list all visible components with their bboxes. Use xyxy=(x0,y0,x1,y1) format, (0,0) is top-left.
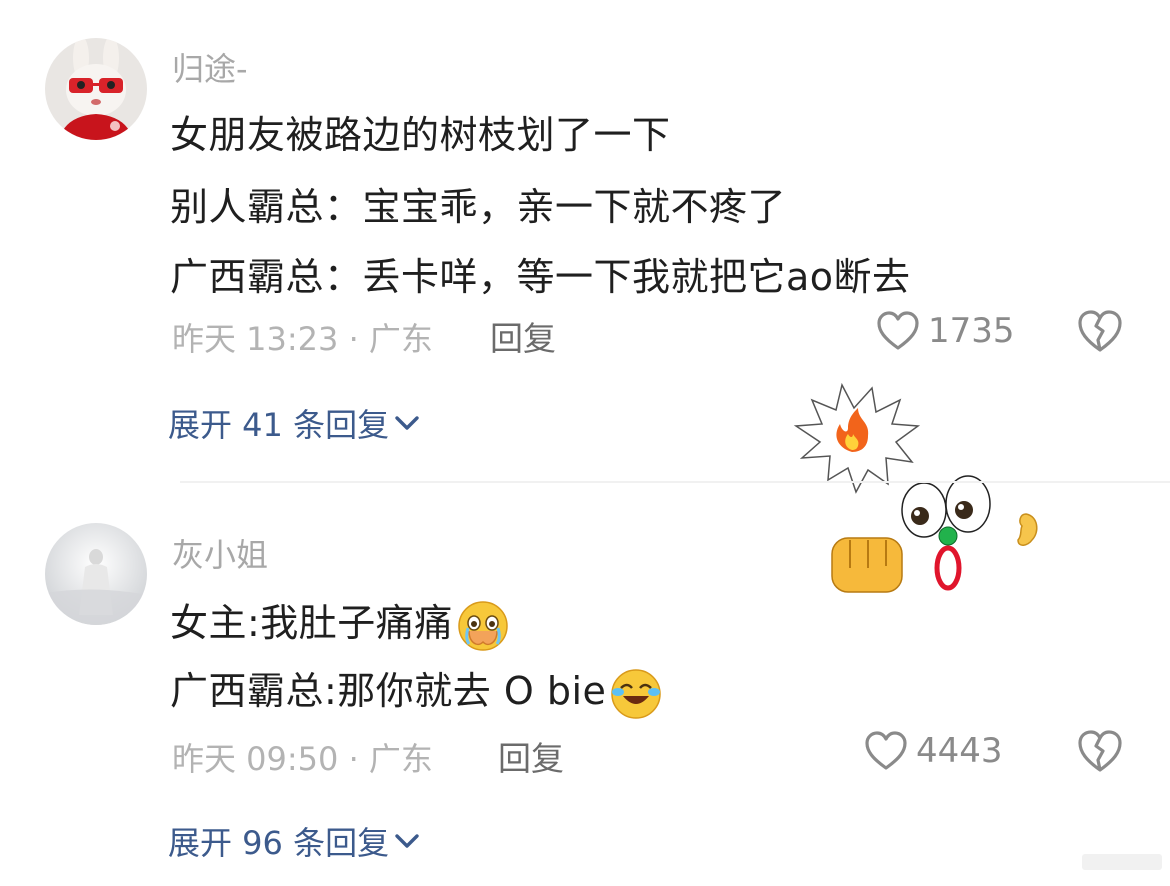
chevron-down-icon xyxy=(395,834,419,848)
like-count: 4443 xyxy=(916,731,1003,771)
like-button[interactable]: 4443 xyxy=(864,730,1003,772)
divider xyxy=(180,481,1170,483)
crying-emoji-icon xyxy=(458,600,508,651)
avatar[interactable] xyxy=(45,523,147,625)
reply-button[interactable]: 回复 xyxy=(498,732,564,780)
comment-text: 广西霸总:那你就去 O bie xyxy=(170,669,607,713)
broken-heart-icon[interactable] xyxy=(1076,308,1124,356)
heart-outline-icon xyxy=(877,311,919,350)
chevron-down-icon xyxy=(395,416,419,430)
expand-replies-button[interactable]: 展开 41 条回复 xyxy=(168,400,421,446)
comment-meta: 昨天 09:50 · 广东 xyxy=(172,740,433,778)
username[interactable]: 灰小姐 xyxy=(172,530,268,576)
sticker-angry-face-image xyxy=(793,382,1038,593)
username[interactable]: 归途- xyxy=(172,44,248,90)
comment-text-line: 女朋友被路边的树枝划了一下 xyxy=(170,113,671,157)
comment-text-line: 别人霸总：宝宝乖，亲一下就不疼了 xyxy=(170,185,787,229)
broken-heart-icon[interactable] xyxy=(1076,728,1124,776)
comment-text-line: 广西霸总:那你就去 O bie xyxy=(170,660,664,722)
like-button[interactable]: 1735 xyxy=(876,310,1015,352)
expand-replies-label: 展开 41 条回复 xyxy=(168,406,390,444)
avatar[interactable] xyxy=(45,38,147,140)
comment-meta: 昨天 13:23 · 广东 xyxy=(172,320,433,358)
avatar-rabbit-image xyxy=(45,38,147,140)
comment-text-line: 广西霸总：丢卡咩，等一下我就把它ao断去 xyxy=(170,255,911,299)
heart-outline-icon xyxy=(865,731,907,770)
comment-text-line: 女主:我肚子痛痛 xyxy=(170,592,511,654)
avatar-misty-figure-image xyxy=(45,523,147,625)
expand-replies-button[interactable]: 展开 96 条回复 xyxy=(168,818,421,864)
like-count: 1735 xyxy=(928,311,1015,351)
watermark-image xyxy=(1082,854,1162,870)
expand-replies-label: 展开 96 条回复 xyxy=(168,824,390,862)
comment-text: 女主:我肚子痛痛 xyxy=(170,601,453,645)
reply-button[interactable]: 回复 xyxy=(490,312,556,360)
laugh-cry-emoji-icon xyxy=(611,668,662,719)
